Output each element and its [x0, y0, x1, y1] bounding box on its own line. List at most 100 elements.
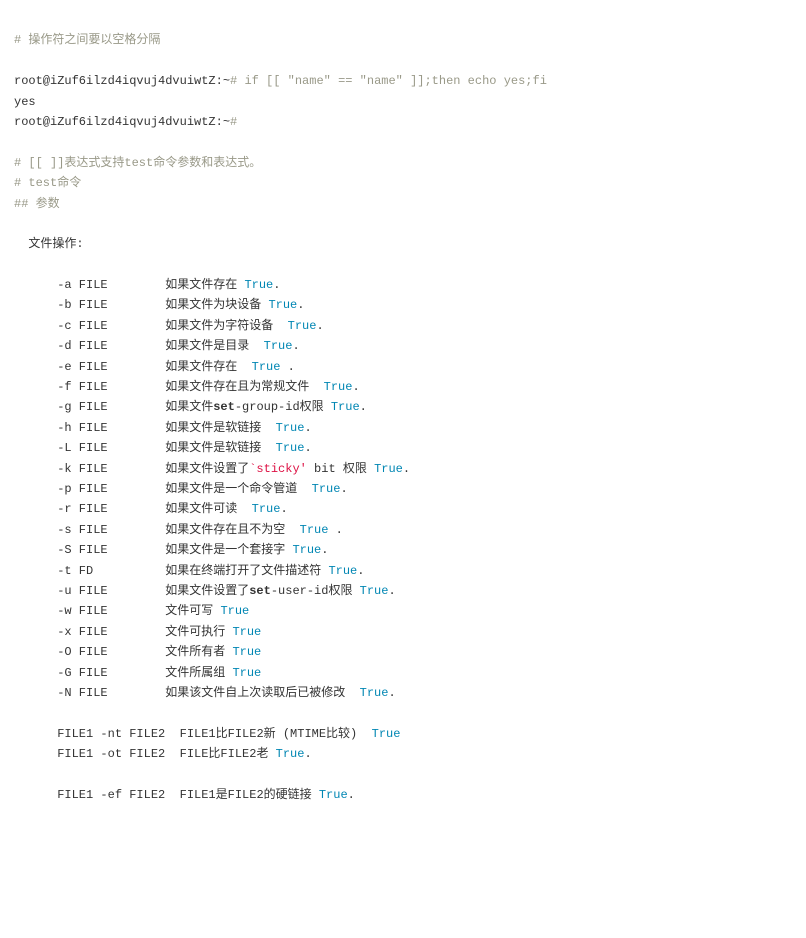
code-segment: -N FILE 如果该文件自上次读取后已被修改: [14, 686, 360, 700]
code-line: -b FILE 如果文件为块设备 True.: [14, 295, 792, 315]
code-segment: .: [403, 462, 410, 476]
code-segment: True: [292, 543, 321, 557]
code-segment: -e FILE 如果文件存在: [14, 360, 252, 374]
code-segment: True: [324, 380, 353, 394]
code-segment: True: [328, 564, 357, 578]
code-segment: True: [374, 462, 403, 476]
code-segment: .: [352, 380, 359, 394]
code-segment: bit 权限: [307, 462, 374, 476]
code-segment: True: [252, 360, 281, 374]
code-segment: .: [357, 564, 364, 578]
code-line: FILE1 -ot FILE2 FILE比FILE2老 True.: [14, 744, 792, 764]
code-line: [14, 255, 792, 275]
code-line: [14, 703, 792, 723]
code-segment: set: [249, 584, 271, 598]
code-segment: True: [232, 645, 261, 659]
code-segment: True: [288, 319, 317, 333]
code-segment: True: [232, 625, 261, 639]
code-segment: .: [348, 788, 355, 802]
code-segment: True: [232, 666, 261, 680]
code-segment: -c FILE 如果文件为字符设备: [14, 319, 288, 333]
code-segment: # if [[ "name" == "name" ]];then echo ye…: [230, 74, 547, 88]
code-segment: -S FILE 如果文件是一个套接字: [14, 543, 292, 557]
code-segment: True: [300, 523, 329, 537]
code-line: -N FILE 如果该文件自上次读取后已被修改 True.: [14, 683, 792, 703]
code-line: root@iZuf6ilzd4iqvuj4dvuiwtZ:~#: [14, 112, 792, 132]
code-segment: root@iZuf6ilzd4iqvuj4dvuiwtZ:~: [14, 74, 230, 88]
code-segment: -g FILE 如果文件: [14, 400, 213, 414]
code-line: -O FILE 文件所有者 True: [14, 642, 792, 662]
code-segment: -w FILE 文件可写: [14, 604, 220, 618]
code-segment: # [[ ]]表达式支持test命令参数和表达式。: [14, 156, 261, 170]
code-segment: .: [304, 441, 311, 455]
code-segment: True: [331, 400, 360, 414]
code-line: [14, 214, 792, 234]
code-line: # 操作符之间要以空格分隔: [14, 30, 792, 50]
code-line: -t FD 如果在终端打开了文件描述符 True.: [14, 561, 792, 581]
code-line: -h FILE 如果文件是软链接 True.: [14, 418, 792, 438]
code-segment: ## 参数: [14, 197, 60, 211]
code-segment: -user-id权限: [271, 584, 360, 598]
code-line: 文件操作:: [14, 234, 792, 254]
code-line: # [[ ]]表达式支持test命令参数和表达式。: [14, 153, 792, 173]
code-line: -e FILE 如果文件存在 True .: [14, 357, 792, 377]
code-line: -s FILE 如果文件存在且不为空 True .: [14, 520, 792, 540]
code-line: -c FILE 如果文件为字符设备 True.: [14, 316, 792, 336]
code-segment: .: [321, 543, 328, 557]
code-segment: .: [328, 523, 342, 537]
code-segment: -O FILE 文件所有者: [14, 645, 232, 659]
code-segment: True: [360, 584, 389, 598]
code-line: -p FILE 如果文件是一个命令管道 True.: [14, 479, 792, 499]
code-line: FILE1 -ef FILE2 FILE1是FILE2的硬链接 True.: [14, 785, 792, 805]
code-segment: FILE1 -ef FILE2 FILE1是FILE2的硬链接: [14, 788, 319, 802]
code-line: -w FILE 文件可写 True: [14, 601, 792, 621]
code-segment: .: [297, 298, 304, 312]
code-segment: -b FILE 如果文件为块设备: [14, 298, 268, 312]
code-segment: `sticky': [249, 462, 307, 476]
code-segment: # 操作符之间要以空格分隔: [14, 33, 160, 47]
code-segment: True: [372, 727, 401, 741]
code-segment: True: [264, 339, 293, 353]
code-segment: .: [280, 502, 287, 516]
code-segment: .: [360, 400, 367, 414]
code-segment: -L FILE 如果文件是软链接: [14, 441, 276, 455]
code-segment: -f FILE 如果文件存在且为常规文件: [14, 380, 324, 394]
code-segment: -group-id权限: [235, 400, 331, 414]
code-segment: -a FILE 如果文件存在: [14, 278, 244, 292]
code-line: [14, 764, 792, 784]
code-segment: yes: [14, 95, 36, 109]
code-segment: .: [304, 747, 311, 761]
code-line: [14, 132, 792, 152]
code-segment: True: [220, 604, 249, 618]
code-line: -L FILE 如果文件是软链接 True.: [14, 438, 792, 458]
code-segment: True: [244, 278, 273, 292]
code-segment: True: [276, 441, 305, 455]
code-line: -r FILE 如果文件可读 True.: [14, 499, 792, 519]
code-line: -G FILE 文件所属组 True: [14, 663, 792, 683]
code-segment: -k FILE 如果文件设置了: [14, 462, 249, 476]
code-line: -a FILE 如果文件存在 True.: [14, 275, 792, 295]
code-segment: -G FILE 文件所属组: [14, 666, 232, 680]
code-document: # 操作符之间要以空格分隔 root@iZuf6ilzd4iqvuj4dvuiw…: [14, 30, 792, 805]
code-segment: .: [388, 686, 395, 700]
code-segment: -d FILE 如果文件是目录: [14, 339, 264, 353]
code-line: FILE1 -nt FILE2 FILE1比FILE2新 (MTIME比较) T…: [14, 724, 792, 744]
code-segment: True: [252, 502, 281, 516]
code-segment: .: [273, 278, 280, 292]
code-segment: True: [319, 788, 348, 802]
code-line: -g FILE 如果文件set-group-id权限 True.: [14, 397, 792, 417]
code-segment: .: [280, 360, 294, 374]
code-line: root@iZuf6ilzd4iqvuj4dvuiwtZ:~# if [[ "n…: [14, 71, 792, 91]
code-segment: -h FILE 如果文件是软链接: [14, 421, 276, 435]
code-line: yes: [14, 92, 792, 112]
code-segment: -r FILE 如果文件可读: [14, 502, 252, 516]
code-line: [14, 51, 792, 71]
code-segment: True: [360, 686, 389, 700]
code-segment: -t FD 如果在终端打开了文件描述符: [14, 564, 328, 578]
code-segment: FILE1 -nt FILE2 FILE1比FILE2新 (MTIME比较): [14, 727, 372, 741]
code-line: -S FILE 如果文件是一个套接字 True.: [14, 540, 792, 560]
code-segment: set: [213, 400, 235, 414]
code-segment: True: [276, 421, 305, 435]
code-line: -f FILE 如果文件存在且为常规文件 True.: [14, 377, 792, 397]
code-segment: .: [292, 339, 299, 353]
